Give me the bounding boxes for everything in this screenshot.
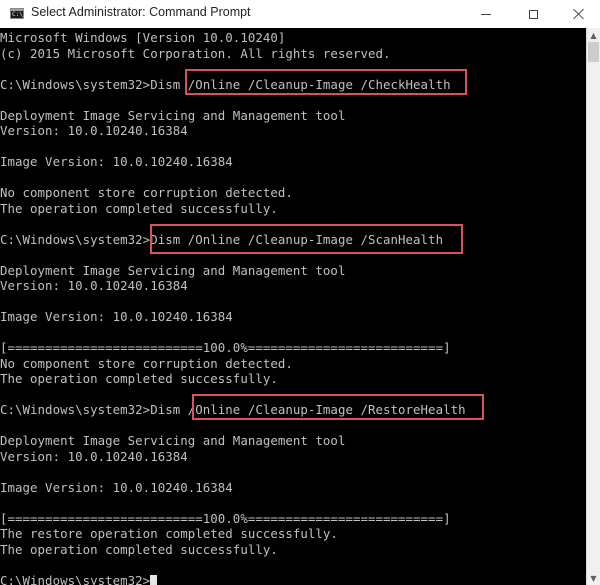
close-button[interactable] — [556, 0, 600, 28]
console-line-text: No component store corruption detected. — [0, 185, 293, 200]
minimize-icon — [481, 13, 491, 15]
console-line: Image Version: 10.0.10240.16384 — [0, 309, 466, 325]
console-line: Deployment Image Servicing and Managemen… — [0, 108, 466, 124]
console-line: Version: 10.0.10240.16384 — [0, 123, 466, 139]
close-icon — [573, 8, 585, 20]
vertical-scrollbar[interactable]: ▲ ▼ — [586, 28, 600, 585]
console-line-text: [==========================100.0%=======… — [0, 340, 451, 355]
console-line: (c) 2015 Microsoft Corporation. All righ… — [0, 46, 466, 62]
console-line-text: Deployment Image Servicing and Managemen… — [0, 262, 346, 278]
console-line-text: The operation completed successfully. — [0, 200, 278, 216]
console-line: The operation completed successfully. — [0, 201, 466, 217]
console-line: The restore operation completed successf… — [0, 526, 466, 542]
console-output[interactable]: Microsoft Windows [Version 10.0.10240] (c… — [0, 28, 586, 585]
console-line-text: The operation completed successfully. — [0, 541, 278, 557]
console-line: No component store corruption detected. — [0, 356, 466, 372]
window-title: Select Administrator: Command Prompt — [31, 5, 251, 19]
console-line: No component store corruption detected. — [0, 185, 466, 201]
minimize-button[interactable] — [463, 0, 509, 28]
console-line: Version: 10.0.10240.16384 — [0, 278, 466, 294]
console-line-text: (c) 2015 Microsoft Corporation. All righ… — [0, 45, 391, 61]
console-line: C:\Windows\system32> — [0, 573, 466, 585]
console-line-text: The restore operation completed successf… — [0, 526, 338, 541]
chevron-up-icon: ▲ — [590, 30, 597, 40]
console-line: Image Version: 10.0.10240.16384 — [0, 154, 466, 170]
maximize-icon — [528, 9, 538, 19]
console-line: [==========================100.0%=======… — [0, 340, 466, 356]
maximize-button[interactable] — [510, 0, 556, 28]
scroll-down-button[interactable]: ▼ — [587, 571, 600, 585]
console-line-text: Deployment Image Servicing and Managemen… — [0, 433, 346, 448]
console-line-text: Version: 10.0.10240.16384 — [0, 278, 188, 293]
console-line: Microsoft Windows [Version 10.0.10240] — [0, 30, 466, 46]
console-line-text: Microsoft Windows [Version 10.0.10240] — [0, 30, 286, 45]
console-line: Image Version: 10.0.10240.16384 — [0, 480, 466, 496]
cmd-icon-text: C:\_ — [12, 11, 27, 18]
console-line: Version: 10.0.10240.16384 — [0, 449, 466, 465]
console-line-text: Deployment Image Servicing and Managemen… — [0, 107, 346, 123]
cmd-icon: C:\_ — [10, 8, 27, 19]
console-line: Deployment Image Servicing and Managemen… — [0, 433, 466, 449]
command-prompt-window: C:\_ Select Administrator: Command Promp… — [0, 0, 600, 585]
console-line: [==========================100.0%=======… — [0, 511, 466, 527]
scroll-up-button[interactable]: ▲ — [587, 28, 600, 42]
console-line-text: C:\Windows\system32> — [0, 572, 151, 585]
console-line-text: The operation completed successfully. — [0, 371, 278, 386]
console-line-text: No component store corruption detected. — [0, 355, 293, 371]
console-line-text: [==========================100.0%=======… — [0, 510, 451, 526]
console-text: Microsoft Windows [Version 10.0.10240] (c… — [0, 30, 466, 585]
console-line-text: Image Version: 10.0.10240.16384 — [0, 154, 233, 169]
console-line: Deployment Image Servicing and Managemen… — [0, 263, 466, 279]
highlight-checkhealth — [185, 69, 467, 95]
scroll-thumb[interactable] — [588, 42, 599, 62]
console-line-text: Version: 10.0.10240.16384 — [0, 448, 188, 464]
console-line-text: Version: 10.0.10240.16384 — [0, 123, 188, 138]
text-cursor — [150, 574, 158, 585]
console-line: The operation completed successfully. — [0, 542, 466, 558]
console-line-text: Image Version: 10.0.10240.16384 — [0, 479, 233, 495]
title-bar[interactable]: C:\_ Select Administrator: Command Promp… — [0, 0, 600, 28]
highlight-scanhealth — [150, 224, 463, 254]
chevron-down-icon: ▼ — [590, 573, 597, 583]
console-line: The operation completed successfully. — [0, 371, 466, 387]
console-line-text: Image Version: 10.0.10240.16384 — [0, 309, 233, 324]
highlight-restorehealth — [192, 394, 484, 420]
